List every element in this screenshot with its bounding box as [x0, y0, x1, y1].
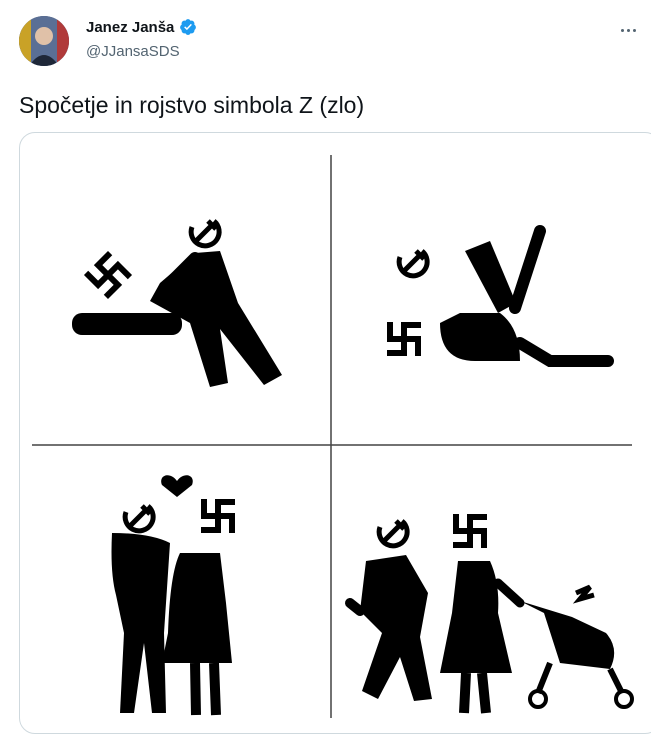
- author-handle[interactable]: @JJansaSDS: [86, 43, 180, 60]
- heart-icon: [161, 475, 193, 497]
- swastika-icon: [88, 255, 128, 295]
- hammer-sickle-icon: [191, 221, 219, 246]
- swastika-icon: [456, 517, 484, 545]
- swastika-icon: [390, 325, 418, 353]
- panel-bottom-left: [111, 475, 233, 716]
- verified-badge-icon: [180, 19, 197, 35]
- panel-top-left: [72, 221, 282, 387]
- dot-icon: [627, 29, 630, 32]
- swastika-icon: [204, 502, 232, 530]
- hammer-sickle-icon: [379, 521, 407, 546]
- dot-icon: [633, 29, 636, 32]
- profile-photo-icon: [19, 16, 69, 66]
- dot-icon: [621, 29, 624, 32]
- tweet-text: Spočetje in rojstvo simbola Z (zlo): [19, 92, 365, 118]
- author-name-row[interactable]: Janez Janša: [86, 18, 197, 36]
- more-options-button[interactable]: [617, 20, 641, 40]
- panel-bottom-right: [345, 517, 634, 714]
- author-display-name[interactable]: Janez Janša: [86, 19, 174, 36]
- tweet-media-image[interactable]: [19, 132, 651, 734]
- hammer-sickle-icon: [125, 506, 153, 531]
- media-illustration: [32, 155, 634, 718]
- avatar[interactable]: [19, 16, 69, 66]
- stroller-icon: [520, 584, 634, 709]
- hammer-sickle-icon: [399, 251, 427, 276]
- panel-top-right: [390, 225, 614, 367]
